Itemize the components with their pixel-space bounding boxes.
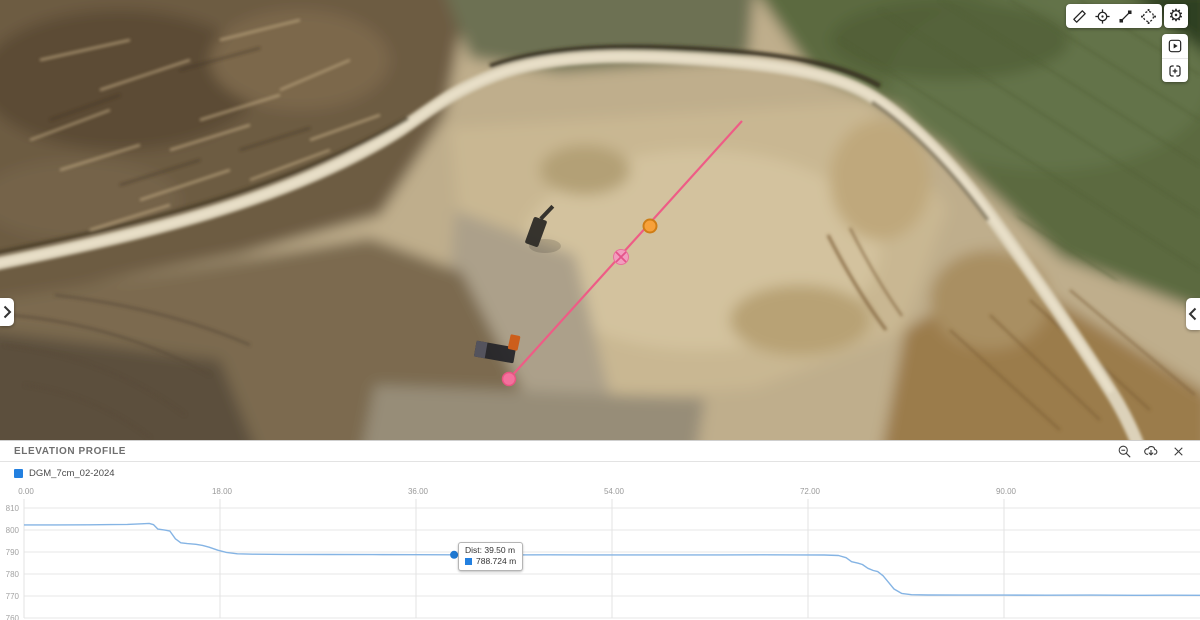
center-target-icon: [1094, 8, 1111, 25]
play-button[interactable]: [1162, 34, 1188, 58]
svg-text:0.00: 0.00: [18, 487, 34, 496]
map-side-buttons: [1162, 34, 1188, 82]
chevron-left-icon: [1188, 307, 1198, 321]
profile-line-tool-button[interactable]: [1114, 5, 1137, 27]
selection-tool-button[interactable]: [1137, 5, 1160, 27]
selection-icon: [1140, 8, 1157, 25]
chart-legend: DGM_7cm_02-2024: [0, 462, 1200, 485]
panel-actions: [1116, 443, 1186, 459]
measure-icon: [1071, 8, 1088, 25]
chevron-right-icon: [2, 305, 12, 319]
svg-text:72.00: 72.00: [800, 487, 821, 496]
orthophoto-map[interactable]: ⚙: [0, 0, 1200, 440]
elevation-profile-panel: ELEVATION PROFILE: [0, 440, 1200, 620]
cloud-download-icon: [1143, 443, 1159, 459]
map-toolbar: [1066, 4, 1162, 28]
aerial-imagery: [0, 0, 1200, 440]
elevation-chart-svg[interactable]: 810 800 790 780 770 760 0.00 18.00 36.00 54.00 72.…: [0, 485, 1200, 620]
legend-label[interactable]: DGM_7cm_02-2024: [29, 468, 115, 479]
svg-text:770: 770: [6, 592, 20, 601]
chart-tooltip: Dist: 39.50 m 788.724 m: [458, 542, 523, 571]
expand-left-panel-tab[interactable]: [0, 298, 14, 326]
svg-text:790: 790: [6, 548, 20, 557]
gear-icon: ⚙: [1168, 6, 1183, 26]
center-target-button[interactable]: [1091, 5, 1114, 27]
download-button[interactable]: [1143, 443, 1159, 459]
zoom-out-icon: [1117, 444, 1132, 459]
tooltip-elevation: 788.724 m: [476, 556, 516, 567]
compare-view-button[interactable]: [1162, 58, 1188, 82]
svg-text:810: 810: [6, 504, 20, 513]
svg-text:18.00: 18.00: [212, 487, 233, 496]
compare-view-icon: [1167, 63, 1183, 79]
svg-text:760: 760: [6, 614, 20, 620]
play-icon: [1167, 38, 1183, 54]
close-icon: [1172, 445, 1185, 458]
profile-line-icon: [1117, 8, 1134, 25]
svg-text:800: 800: [6, 526, 20, 535]
svg-text:36.00: 36.00: [408, 487, 429, 496]
measure-tool-button[interactable]: [1068, 5, 1091, 27]
panel-title: ELEVATION PROFILE: [14, 446, 126, 457]
elevation-chart[interactable]: 810 800 790 780 770 760 0.00 18.00 36.00 54.00 72.…: [0, 485, 1200, 620]
zoom-out-button[interactable]: [1116, 443, 1132, 459]
settings-button[interactable]: ⚙: [1164, 4, 1188, 28]
legend-swatch: [14, 469, 23, 478]
svg-text:780: 780: [6, 570, 20, 579]
svg-text:90.00: 90.00: [996, 487, 1017, 496]
close-panel-button[interactable]: [1170, 443, 1186, 459]
drone-mapping-app: ⚙: [0, 0, 1200, 620]
panel-header: ELEVATION PROFILE: [0, 441, 1200, 462]
tooltip-distance: Dist: 39.50 m: [465, 545, 515, 556]
svg-text:54.00: 54.00: [604, 487, 625, 496]
expand-right-panel-tab[interactable]: [1186, 298, 1200, 330]
tooltip-series-swatch: [465, 558, 472, 565]
